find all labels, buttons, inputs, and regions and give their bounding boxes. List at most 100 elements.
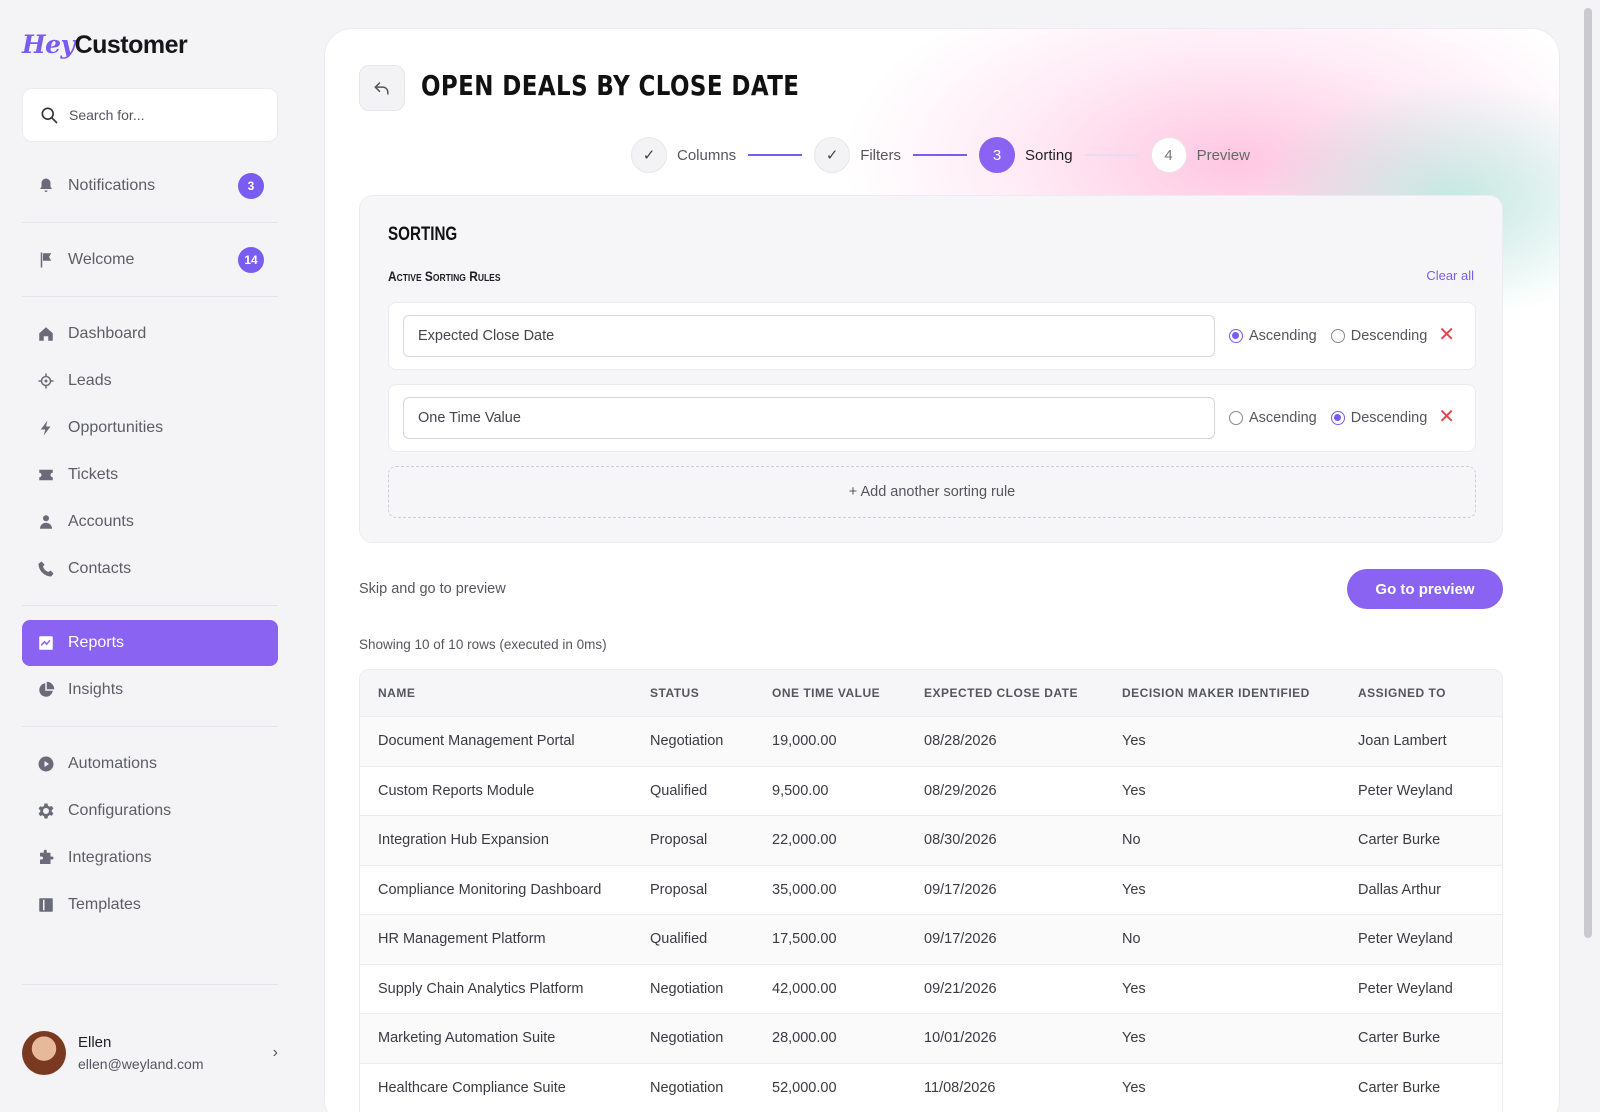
column-header[interactable]: STATUS [650, 686, 772, 700]
table-cell: No [1122, 832, 1141, 849]
sorting-rule: One Time Value Ascending Descending ✕ [388, 384, 1476, 452]
template-icon [36, 895, 56, 915]
sidebar-item-templates[interactable]: Templates [22, 882, 278, 928]
ascending-radio[interactable]: Ascending [1229, 328, 1317, 344]
divider [22, 222, 278, 223]
table-cell: 28,000.00 [772, 1030, 837, 1047]
sidebar-item-integrations[interactable]: Integrations [22, 835, 278, 881]
step-columns[interactable]: ✓ Columns [631, 137, 736, 173]
column-header[interactable]: DECISION MAKER IDENTIFIED [1122, 686, 1358, 700]
close-icon[interactable]: ✕ [1438, 323, 1455, 347]
go-to-preview-button[interactable]: Go to preview [1347, 569, 1503, 609]
chart-icon [36, 633, 56, 653]
table-row[interactable]: Healthcare Compliance Suite Negotiation 52… [360, 1062, 1502, 1112]
table-cell: 09/17/2026 [924, 931, 997, 948]
search-input[interactable]: Search for... [22, 88, 278, 142]
step-sorting[interactable]: 3 Sorting [979, 137, 1073, 173]
sidebar-item-contacts[interactable]: Contacts [22, 546, 278, 592]
table-row[interactable]: Document Management Portal Negotiation 19,… [360, 716, 1502, 766]
sidebar-item-dashboard[interactable]: Dashboard [22, 311, 278, 357]
user-name: Ellen [78, 1034, 112, 1051]
table-cell: Compliance Monitoring Dashboard [378, 881, 602, 898]
user-email: ellen@weyland.com [78, 1056, 204, 1072]
table-cell: 9,500.00 [772, 782, 829, 799]
column-header[interactable]: ONE TIME VALUE [772, 686, 924, 700]
sidebar-item-configurations[interactable]: Configurations [22, 788, 278, 834]
step-number: 4 [1150, 137, 1187, 173]
table-cell: 10/01/2026 [924, 1030, 997, 1047]
clear-all-link[interactable]: Clear all [1426, 268, 1474, 283]
table-cell: 52,000.00 [772, 1079, 837, 1096]
row-count-status: Showing 10 of 10 rows (executed in 0ms) [359, 637, 607, 652]
table-row[interactable]: Custom Reports Module Qualified 9,500.00 08… [360, 765, 1502, 816]
column-header[interactable]: NAME [360, 686, 650, 700]
table-header: NAME STATUS ONE TIME VALUE EXPECTED CLOS… [360, 670, 1502, 716]
direction-radio-group: Ascending Descending [1229, 385, 1427, 451]
table-cell: 19,000.00 [772, 733, 837, 750]
table-cell: Carter Burke [1358, 832, 1441, 849]
table-cell: Proposal [650, 881, 708, 898]
table-row[interactable]: HR Management Platform Qualified 17,500.00… [360, 914, 1502, 964]
table-cell: Yes [1122, 980, 1146, 997]
descending-radio[interactable]: Descending [1330, 328, 1427, 344]
descending-radio[interactable]: Descending [1330, 410, 1427, 426]
step-connector [748, 154, 803, 156]
table-row[interactable]: Supply Chain Analytics Platform Negotiati… [360, 963, 1502, 1014]
skip-to-preview-link[interactable]: Skip and go to preview [359, 581, 506, 597]
brand-logo[interactable]: HeyCustomer [22, 30, 188, 60]
close-icon[interactable]: ✕ [1438, 405, 1455, 429]
check-icon: ✓ [814, 137, 851, 173]
sidebar-item-opportunities[interactable]: Opportunities [22, 405, 278, 451]
sidebar-item-tickets[interactable]: Tickets [22, 452, 278, 498]
sidebar-item-reports[interactable]: Reports [22, 620, 278, 666]
table-cell: Document Management Portal [378, 733, 575, 750]
table-cell: Yes [1122, 733, 1146, 750]
table-cell: Yes [1122, 881, 1146, 898]
welcome-badge: 14 [238, 247, 264, 273]
table-cell: 08/28/2026 [924, 733, 997, 750]
ascending-radio[interactable]: Ascending [1229, 410, 1317, 426]
column-header[interactable]: EXPECTED CLOSE DATE [924, 686, 1122, 700]
user-profile[interactable]: Ellen ellen@weyland.com › [22, 1028, 278, 1078]
table-cell: 09/17/2026 [924, 881, 997, 898]
main-card: OPEN DEALS BY CLOSE DATE ✓ Columns ✓ Fil… [324, 28, 1560, 1112]
flag-icon [36, 250, 56, 270]
step-preview[interactable]: 4 Preview [1150, 137, 1250, 173]
back-button[interactable] [359, 65, 405, 111]
table-cell: 08/29/2026 [924, 782, 997, 799]
table-cell: Proposal [650, 832, 708, 849]
table-row[interactable]: Marketing Automation Suite Negotiation 28,… [360, 1013, 1502, 1063]
sidebar-item-leads[interactable]: Leads [22, 358, 278, 404]
table-cell: 17,500.00 [772, 931, 837, 948]
ticket-icon [36, 465, 56, 485]
step-filters[interactable]: ✓ Filters [814, 137, 901, 173]
page-scrollbar[interactable] [1584, 8, 1592, 938]
column-header[interactable]: ASSIGNED TO [1358, 686, 1502, 700]
play-circle-icon [36, 754, 56, 774]
table-cell: Custom Reports Module [378, 782, 535, 799]
sort-field-select[interactable]: Expected Close Date [403, 315, 1215, 357]
sidebar-item-welcome[interactable]: Welcome 14 [22, 237, 278, 283]
panel-subtitle: Active Sorting Rules [388, 268, 501, 284]
table-cell: Marketing Automation Suite [378, 1030, 556, 1047]
table-cell: 35,000.00 [772, 881, 837, 898]
table-cell: Negotiation [650, 980, 724, 997]
wizard-stepper: ✓ Columns ✓ Filters 3 Sorting 4 Preview [631, 137, 1250, 173]
table-row[interactable]: Integration Hub Expansion Proposal 22,000.… [360, 815, 1502, 865]
sidebar-item-automations[interactable]: Automations [22, 741, 278, 787]
home-icon [36, 324, 56, 344]
sidebar-item-insights[interactable]: Insights [22, 667, 278, 713]
sidebar-item-accounts[interactable]: Accounts [22, 499, 278, 545]
divider [22, 296, 278, 297]
sidebar-item-notifications[interactable]: Notifications 3 [22, 163, 278, 209]
sort-field-select[interactable]: One Time Value [403, 397, 1215, 439]
notifications-badge: 3 [238, 173, 264, 199]
direction-radio-group: Ascending Descending [1229, 303, 1427, 369]
add-sorting-rule-button[interactable]: + Add another sorting rule [388, 466, 1476, 518]
table-cell: 08/30/2026 [924, 832, 997, 849]
sorting-rule: Expected Close Date Ascending Descending… [388, 302, 1476, 370]
table-cell: 22,000.00 [772, 832, 837, 849]
pie-chart-icon [36, 680, 56, 700]
search-icon [41, 107, 58, 124]
table-row[interactable]: Compliance Monitoring Dashboard Proposal 3… [360, 864, 1502, 915]
